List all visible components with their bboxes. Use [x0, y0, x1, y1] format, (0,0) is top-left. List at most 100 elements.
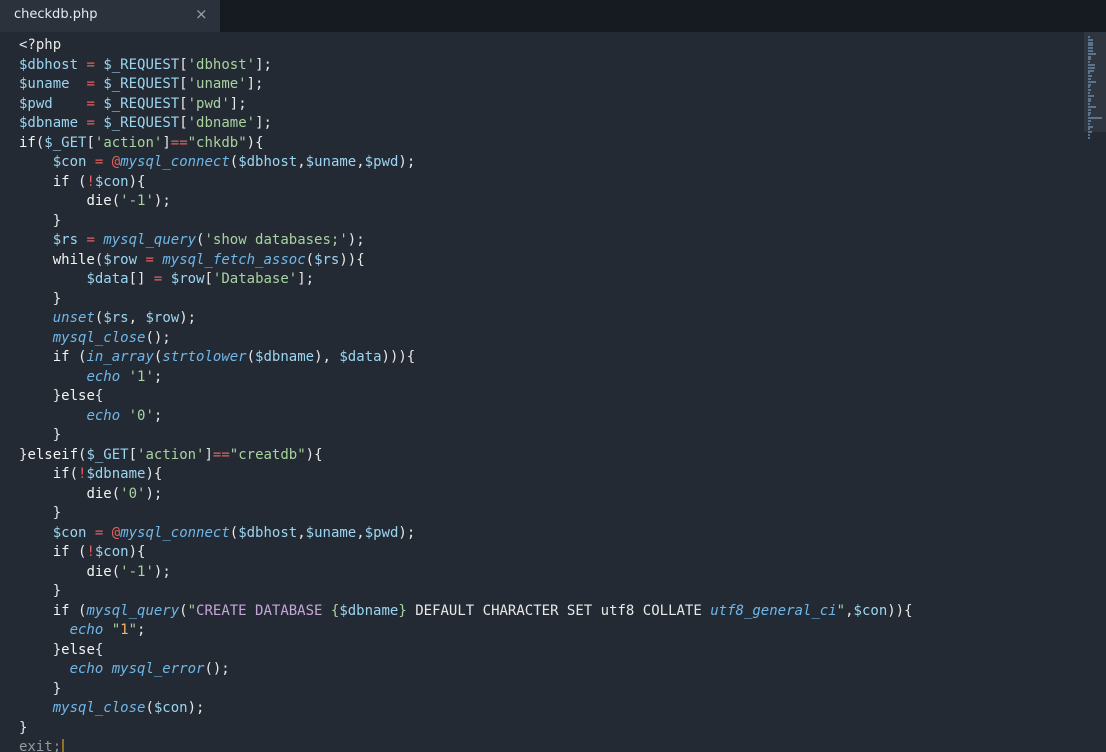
code-line[interactable]: while($row = mysql_fetch_assoc($rs)){ [19, 251, 913, 271]
code-token: if [19, 134, 36, 151]
code-line[interactable]: } [19, 290, 913, 310]
code-line[interactable]: } [19, 504, 913, 524]
code-token: $pwd [364, 154, 399, 170]
code-line[interactable]: if (!$con){ [19, 173, 913, 193]
code-token: die [86, 563, 112, 580]
code-token: [ [179, 56, 188, 73]
code-token: " [111, 622, 121, 638]
code-token: if [52, 602, 70, 619]
code-token: $uname [19, 76, 70, 92]
code-line[interactable]: if (in_array(strtolower($dbname), $data)… [19, 348, 913, 368]
code-token: ); [398, 154, 416, 170]
code-line[interactable]: mysql_close($con); [19, 699, 913, 719]
code-line[interactable]: $pwd = $_REQUEST['pwd']; [19, 95, 913, 115]
minimap-line [1088, 97, 1092, 100]
close-icon[interactable]: × [195, 5, 208, 23]
code-line[interactable]: $con = @mysql_connect($dbhost,$uname,$pw… [19, 153, 913, 173]
code-token: ] [162, 134, 171, 151]
minimap-line [1088, 108, 1091, 111]
code-line[interactable]: }else{ [19, 387, 913, 407]
minimap-line [1088, 114, 1090, 117]
code-token: } [19, 290, 62, 307]
code-token: " [187, 602, 197, 619]
code-token: ( [305, 251, 315, 268]
code-token: '0' [128, 407, 154, 424]
code-line[interactable]: $dbhost = $_REQUEST['dbhost']; [19, 56, 913, 76]
minimap-line [1088, 78, 1092, 80]
code-editor[interactable]: <?php $dbhost = $_REQUEST['dbhost']; $unam… [0, 32, 1106, 752]
code-token: ){ [128, 544, 146, 560]
tab-checkdb[interactable]: checkdb.php × [0, 0, 220, 32]
code-token: unset [52, 310, 95, 326]
code-line[interactable]: } [19, 212, 913, 232]
code-token: while [52, 251, 95, 268]
minimap-line [1088, 64, 1096, 66]
code-area[interactable]: <?php $dbhost = $_REQUEST['dbhost']; $unam… [19, 36, 913, 752]
code-line[interactable]: $uname = $_REQUEST['uname']; [19, 75, 913, 95]
minimap-line [1088, 44, 1093, 47]
code-token: $dbhost [238, 154, 298, 170]
code-line[interactable]: } [19, 719, 913, 739]
minimap-line [1088, 89, 1092, 92]
code-line[interactable]: if(!$dbname){ [19, 465, 913, 485]
code-token: $dbhost [238, 524, 298, 541]
code-line[interactable]: $con = @mysql_connect($dbhost,$uname,$pw… [19, 524, 913, 544]
code-line[interactable]: }elseif($_GET['action']=="creatdb"){ [19, 446, 913, 466]
code-token: $row [145, 310, 180, 326]
code-line[interactable]: echo "1"; [19, 621, 913, 641]
minimap[interactable] [1086, 32, 1104, 142]
code-line[interactable]: } [19, 426, 913, 446]
code-line[interactable]: die('0'); [19, 485, 913, 505]
code-line[interactable]: die('-1'); [19, 563, 913, 583]
code-line[interactable]: $data[] = $row['Database']; [19, 270, 913, 290]
code-token: mysql_query [103, 232, 197, 248]
minimap-line [1088, 41, 1094, 44]
code-token: , [297, 154, 306, 170]
code-token: 'action' [137, 446, 205, 463]
code-line[interactable]: echo '1'; [19, 368, 913, 388]
code-token: ; [137, 622, 146, 638]
code-line[interactable]: echo '0'; [19, 407, 913, 427]
code-token: die [86, 485, 112, 502]
code-line[interactable]: $dbname = $_REQUEST['dbname']; [19, 114, 913, 134]
code-line[interactable]: <?php [19, 36, 913, 56]
code-token: ); [398, 524, 416, 541]
code-token: } [19, 719, 28, 736]
code-token: ; [153, 368, 163, 385]
code-token: $pwd [364, 524, 399, 541]
code-line[interactable]: }else{ [19, 641, 913, 661]
code-token: $row [170, 271, 205, 287]
code-token: if [52, 173, 70, 190]
code-token: $dbname [86, 466, 146, 482]
code-line[interactable]: die('-1'); [19, 192, 913, 212]
code-line[interactable]: if (!$con){ [19, 543, 913, 563]
code-line[interactable]: echo mysql_error(); [19, 660, 913, 680]
code-token: [ [204, 271, 213, 287]
minimap-line [1088, 66, 1096, 69]
code-token: $uname [305, 154, 357, 170]
code-line[interactable]: unset($rs, $row); [19, 309, 913, 329]
code-line[interactable]: } [19, 582, 913, 602]
code-line[interactable]: if($_GET['action']=="chkdb"){ [19, 134, 913, 154]
code-token: } [19, 680, 62, 697]
code-line[interactable]: } [19, 680, 913, 700]
code-token: , [128, 310, 146, 326]
code-token: else [61, 641, 95, 658]
code-token: ){ [305, 446, 323, 463]
code-token: utf8_general_ci [710, 602, 837, 619]
code-token: mysql_fetch_assoc [162, 251, 306, 268]
code-line[interactable]: mysql_close(); [19, 329, 913, 349]
code-line[interactable]: $rs = mysql_query('show databases;'); [19, 231, 913, 251]
code-line[interactable]: exit; [19, 738, 913, 752]
code-line[interactable]: if (mysql_query("CREATE DATABASE {$dbnam… [19, 602, 913, 622]
code-token: $_REQUEST [103, 76, 180, 92]
code-token: , [845, 602, 854, 619]
code-token: $dbname [19, 115, 79, 131]
code-token: } [19, 427, 62, 443]
